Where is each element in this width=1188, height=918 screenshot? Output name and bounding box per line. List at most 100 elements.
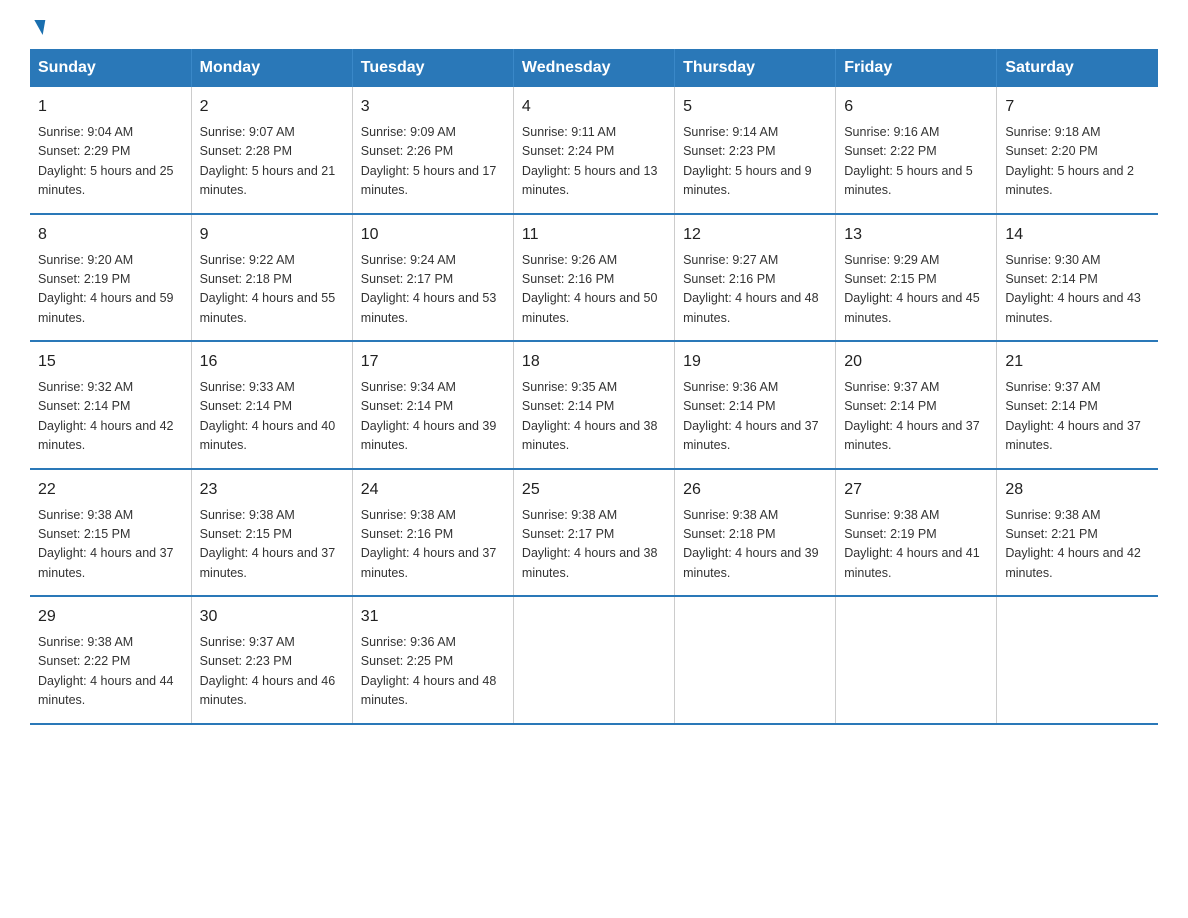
- calendar-cell: 19 Sunrise: 9:36 AMSunset: 2:14 PMDayligh…: [675, 341, 836, 469]
- day-info: Sunrise: 9:34 AMSunset: 2:14 PMDaylight:…: [361, 378, 505, 456]
- day-info: Sunrise: 9:24 AMSunset: 2:17 PMDaylight:…: [361, 251, 505, 329]
- day-number: 24: [361, 478, 505, 502]
- calendar-cell: [675, 596, 836, 724]
- day-number: 14: [1005, 223, 1150, 247]
- calendar-week-row: 29 Sunrise: 9:38 AMSunset: 2:22 PMDayligh…: [30, 596, 1158, 724]
- calendar-week-row: 1 Sunrise: 9:04 AMSunset: 2:29 PMDaylight…: [30, 87, 1158, 214]
- calendar-cell: 17 Sunrise: 9:34 AMSunset: 2:14 PMDayligh…: [352, 341, 513, 469]
- day-number: 5: [683, 95, 827, 119]
- day-number: 29: [38, 605, 183, 629]
- day-info: Sunrise: 9:32 AMSunset: 2:14 PMDaylight:…: [38, 378, 183, 456]
- header-tuesday: Tuesday: [352, 49, 513, 87]
- day-info: Sunrise: 9:36 AMSunset: 2:25 PMDaylight:…: [361, 633, 505, 711]
- day-info: Sunrise: 9:38 AMSunset: 2:21 PMDaylight:…: [1005, 506, 1150, 584]
- calendar-cell: 26 Sunrise: 9:38 AMSunset: 2:18 PMDayligh…: [675, 469, 836, 597]
- calendar-cell: 15 Sunrise: 9:32 AMSunset: 2:14 PMDayligh…: [30, 341, 191, 469]
- day-number: 1: [38, 95, 183, 119]
- day-info: Sunrise: 9:38 AMSunset: 2:15 PMDaylight:…: [200, 506, 344, 584]
- calendar-cell: 28 Sunrise: 9:38 AMSunset: 2:21 PMDayligh…: [997, 469, 1158, 597]
- calendar-week-row: 22 Sunrise: 9:38 AMSunset: 2:15 PMDayligh…: [30, 469, 1158, 597]
- calendar-cell: [513, 596, 674, 724]
- day-number: 18: [522, 350, 666, 374]
- day-info: Sunrise: 9:36 AMSunset: 2:14 PMDaylight:…: [683, 378, 827, 456]
- calendar-week-row: 15 Sunrise: 9:32 AMSunset: 2:14 PMDayligh…: [30, 341, 1158, 469]
- day-number: 8: [38, 223, 183, 247]
- day-number: 31: [361, 605, 505, 629]
- calendar-cell: 27 Sunrise: 9:38 AMSunset: 2:19 PMDayligh…: [836, 469, 997, 597]
- calendar-cell: 12Sunrise: 9:27 AMSunset: 2:16 PMDayligh…: [675, 214, 836, 342]
- day-info: Sunrise: 9:16 AMSunset: 2:22 PMDaylight:…: [844, 123, 988, 201]
- day-info: Sunrise: 9:38 AMSunset: 2:15 PMDaylight:…: [38, 506, 183, 584]
- calendar-header-row: SundayMondayTuesdayWednesdayThursdayFrid…: [30, 49, 1158, 87]
- calendar-cell: 5 Sunrise: 9:14 AMSunset: 2:23 PMDaylight…: [675, 87, 836, 214]
- day-info: Sunrise: 9:38 AMSunset: 2:22 PMDaylight:…: [38, 633, 183, 711]
- day-info: Sunrise: 9:11 AMSunset: 2:24 PMDaylight:…: [522, 123, 666, 201]
- header-wednesday: Wednesday: [513, 49, 674, 87]
- calendar-cell: 9 Sunrise: 9:22 AMSunset: 2:18 PMDaylight…: [191, 214, 352, 342]
- day-info: Sunrise: 9:27 AMSunset: 2:16 PMDaylight:…: [683, 251, 827, 329]
- day-info: Sunrise: 9:37 AMSunset: 2:14 PMDaylight:…: [1005, 378, 1150, 456]
- day-number: 17: [361, 350, 505, 374]
- day-number: 15: [38, 350, 183, 374]
- day-info: Sunrise: 9:07 AMSunset: 2:28 PMDaylight:…: [200, 123, 344, 201]
- day-number: 9: [200, 223, 344, 247]
- day-info: Sunrise: 9:20 AMSunset: 2:19 PMDaylight:…: [38, 251, 183, 329]
- day-number: 28: [1005, 478, 1150, 502]
- day-info: Sunrise: 9:38 AMSunset: 2:18 PMDaylight:…: [683, 506, 827, 584]
- logo: [30, 20, 44, 29]
- day-number: 4: [522, 95, 666, 119]
- day-number: 7: [1005, 95, 1150, 119]
- day-info: Sunrise: 9:18 AMSunset: 2:20 PMDaylight:…: [1005, 123, 1150, 201]
- calendar-table: SundayMondayTuesdayWednesdayThursdayFrid…: [30, 49, 1158, 725]
- header-monday: Monday: [191, 49, 352, 87]
- day-info: Sunrise: 9:37 AMSunset: 2:23 PMDaylight:…: [200, 633, 344, 711]
- day-number: 22: [38, 478, 183, 502]
- day-number: 10: [361, 223, 505, 247]
- day-number: 26: [683, 478, 827, 502]
- calendar-cell: 3 Sunrise: 9:09 AMSunset: 2:26 PMDaylight…: [352, 87, 513, 214]
- day-number: 16: [200, 350, 344, 374]
- calendar-cell: 1 Sunrise: 9:04 AMSunset: 2:29 PMDaylight…: [30, 87, 191, 214]
- calendar-cell: 14 Sunrise: 9:30 AMSunset: 2:14 PMDayligh…: [997, 214, 1158, 342]
- logo-line1: [30, 20, 44, 35]
- calendar-cell: 25Sunrise: 9:38 AMSunset: 2:17 PMDayligh…: [513, 469, 674, 597]
- header-friday: Friday: [836, 49, 997, 87]
- page-header: [30, 20, 1158, 29]
- day-number: 13: [844, 223, 988, 247]
- day-number: 30: [200, 605, 344, 629]
- day-number: 25: [522, 478, 666, 502]
- calendar-cell: 24 Sunrise: 9:38 AMSunset: 2:16 PMDayligh…: [352, 469, 513, 597]
- calendar-cell: 6 Sunrise: 9:16 AMSunset: 2:22 PMDaylight…: [836, 87, 997, 214]
- calendar-cell: 2 Sunrise: 9:07 AMSunset: 2:28 PMDaylight…: [191, 87, 352, 214]
- day-info: Sunrise: 9:26 AMSunset: 2:16 PMDaylight:…: [522, 251, 666, 329]
- day-number: 3: [361, 95, 505, 119]
- calendar-cell: 22 Sunrise: 9:38 AMSunset: 2:15 PMDayligh…: [30, 469, 191, 597]
- day-info: Sunrise: 9:38 AMSunset: 2:19 PMDaylight:…: [844, 506, 988, 584]
- day-info: Sunrise: 9:09 AMSunset: 2:26 PMDaylight:…: [361, 123, 505, 201]
- calendar-cell: 29 Sunrise: 9:38 AMSunset: 2:22 PMDayligh…: [30, 596, 191, 724]
- calendar-cell: 31 Sunrise: 9:36 AMSunset: 2:25 PMDayligh…: [352, 596, 513, 724]
- calendar-cell: [836, 596, 997, 724]
- header-saturday: Saturday: [997, 49, 1158, 87]
- day-info: Sunrise: 9:38 AMSunset: 2:16 PMDaylight:…: [361, 506, 505, 584]
- calendar-cell: 23 Sunrise: 9:38 AMSunset: 2:15 PMDayligh…: [191, 469, 352, 597]
- calendar-cell: 13 Sunrise: 9:29 AMSunset: 2:15 PMDayligh…: [836, 214, 997, 342]
- day-number: 2: [200, 95, 344, 119]
- logo-arrow-icon: [32, 20, 46, 35]
- day-number: 23: [200, 478, 344, 502]
- header-sunday: Sunday: [30, 49, 191, 87]
- calendar-cell: 10 Sunrise: 9:24 AMSunset: 2:17 PMDayligh…: [352, 214, 513, 342]
- day-info: Sunrise: 9:29 AMSunset: 2:15 PMDaylight:…: [844, 251, 988, 329]
- day-info: Sunrise: 9:30 AMSunset: 2:14 PMDaylight:…: [1005, 251, 1150, 329]
- calendar-cell: 20Sunrise: 9:37 AMSunset: 2:14 PMDayligh…: [836, 341, 997, 469]
- calendar-cell: 18Sunrise: 9:35 AMSunset: 2:14 PMDayligh…: [513, 341, 674, 469]
- calendar-cell: 21Sunrise: 9:37 AMSunset: 2:14 PMDayligh…: [997, 341, 1158, 469]
- day-number: 6: [844, 95, 988, 119]
- calendar-cell: 16Sunrise: 9:33 AMSunset: 2:14 PMDayligh…: [191, 341, 352, 469]
- calendar-cell: [997, 596, 1158, 724]
- day-number: 27: [844, 478, 988, 502]
- day-info: Sunrise: 9:14 AMSunset: 2:23 PMDaylight:…: [683, 123, 827, 201]
- day-number: 19: [683, 350, 827, 374]
- day-info: Sunrise: 9:22 AMSunset: 2:18 PMDaylight:…: [200, 251, 344, 329]
- day-info: Sunrise: 9:04 AMSunset: 2:29 PMDaylight:…: [38, 123, 183, 201]
